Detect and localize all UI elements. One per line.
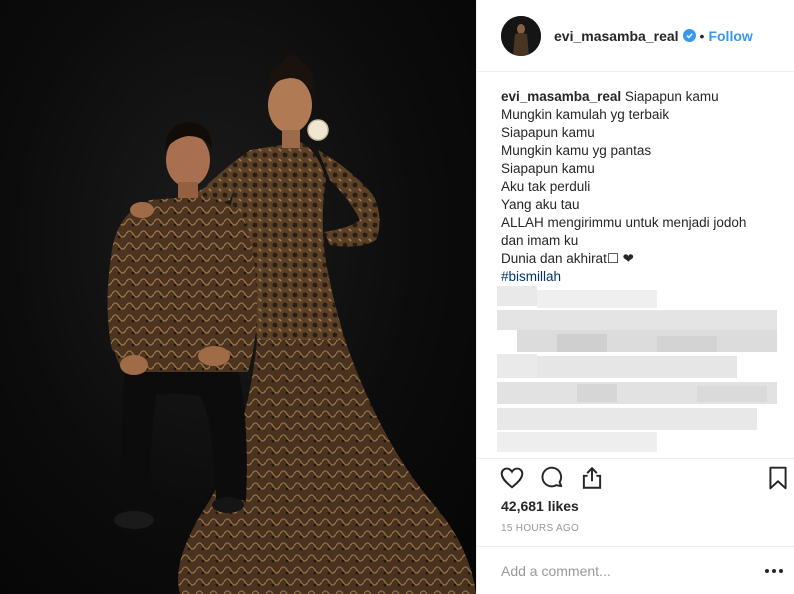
comment-input[interactable] — [501, 557, 751, 585]
comment-bar — [477, 546, 794, 594]
hashtag-link[interactable]: #bismillah — [501, 268, 778, 286]
post-actions — [477, 458, 794, 496]
heart-icon[interactable] — [499, 465, 525, 491]
share-icon[interactable] — [579, 465, 605, 491]
caption-line: Siapapun kamu — [624, 89, 719, 104]
caption-line: Siapapun kamu — [501, 125, 595, 140]
likes-count[interactable]: 42,681 likes — [501, 498, 579, 514]
caption-line: Mungkin kamulah yg terbaik — [501, 107, 670, 122]
avatar[interactable] — [501, 15, 541, 56]
caption-line: Siapapun kamu — [501, 161, 595, 176]
caption-line: ALLAH mengirimmu untuk menjadi jodoh — [501, 215, 747, 230]
post-timestamp[interactable]: 15 HOURS AGO — [501, 523, 579, 534]
bookmark-icon[interactable] — [765, 465, 791, 491]
couple-photo-illustration — [107, 55, 476, 594]
verified-badge-icon — [682, 29, 696, 42]
separator-dot: • — [699, 27, 705, 44]
caption-username[interactable]: evi_masamba_real — [501, 89, 621, 104]
caption: evi_masamba_real Siapapun kamu Mungkin k… — [477, 72, 794, 286]
avatar-image — [501, 15, 541, 56]
comment-bubble-icon[interactable] — [539, 465, 565, 491]
more-options-icon[interactable] — [763, 559, 785, 583]
censored-comments-area — [497, 286, 777, 456]
caption-line: Yang aku tau — [501, 197, 580, 212]
caption-line: Aku tak perduli — [501, 179, 591, 194]
post-side-panel: evi_masamba_real • Follow evi_masamba_re… — [476, 0, 794, 594]
caption-line: Mungkin kamu yg pantas — [501, 143, 652, 158]
follow-button[interactable]: Follow — [708, 28, 752, 44]
username-link[interactable]: evi_masamba_real — [554, 28, 679, 44]
post-photo[interactable] — [0, 0, 476, 594]
caption-line: dan imam ku — [501, 233, 579, 248]
caption-line: Dunia dan akhirat☐ ❤ — [501, 251, 634, 266]
post-header: evi_masamba_real • Follow — [477, 0, 794, 72]
